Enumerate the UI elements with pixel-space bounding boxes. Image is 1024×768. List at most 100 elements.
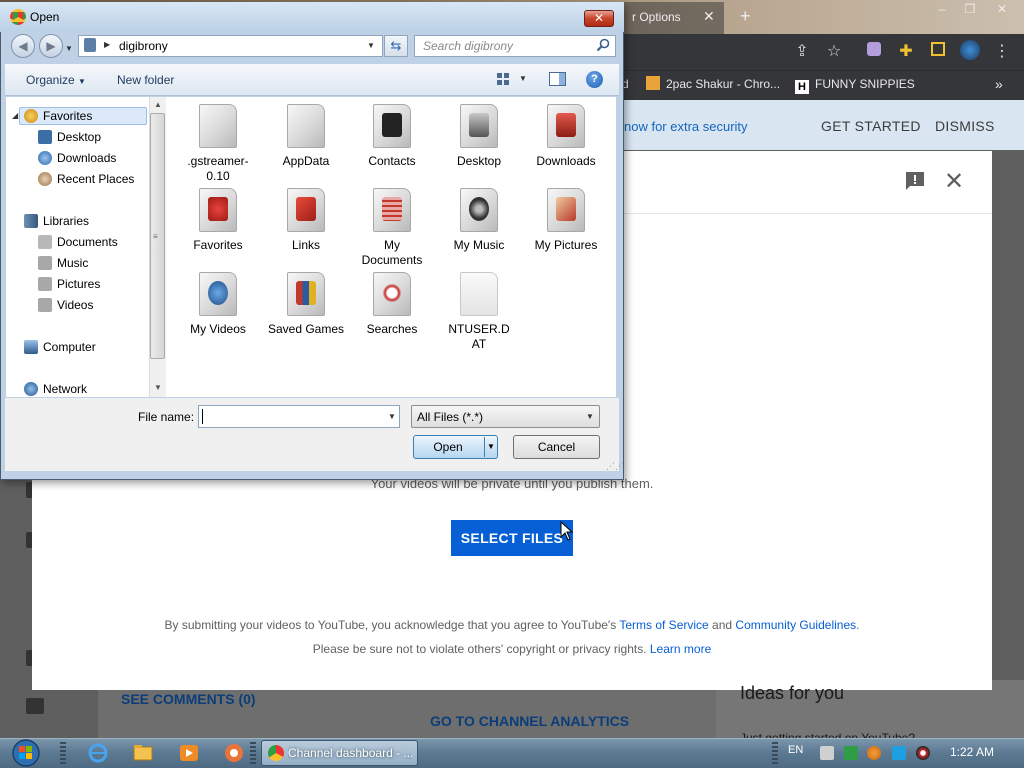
recent-locations-chevron-icon[interactable]: ▼: [65, 44, 73, 53]
address-dropdown-icon[interactable]: ▼: [367, 41, 375, 50]
collapse-arrow-icon[interactable]: ◢: [12, 111, 18, 120]
file-item[interactable]: My Music: [439, 188, 519, 253]
ideas-heading: Ideas for you: [740, 683, 845, 703]
nav-item-computer[interactable]: Computer: [24, 339, 96, 355]
forward-button[interactable]: ▶: [39, 34, 63, 58]
window-close-icon[interactable]: ✕: [988, 0, 1016, 20]
nav-item-pictures[interactable]: Pictures: [38, 276, 100, 292]
file-type-select[interactable]: All Files (*.*): [411, 405, 600, 428]
media-player-icon[interactable]: [177, 742, 201, 764]
puzzle-extensions-icon[interactable]: ✚: [894, 40, 918, 64]
open-button-divider: [484, 437, 485, 457]
help-icon[interactable]: ?: [586, 71, 603, 88]
get-started-button[interactable]: GET STARTED: [821, 118, 921, 134]
view-options-dropdown-icon[interactable]: ▼: [519, 74, 527, 83]
refresh-icon[interactable]: ⇆: [384, 35, 408, 57]
minimize-icon[interactable]: –: [928, 0, 956, 20]
file-item[interactable]: Searches: [352, 272, 432, 337]
file-item[interactable]: Desktop: [439, 104, 519, 169]
change-view-icon[interactable]: [496, 72, 510, 86]
sidebar-icon[interactable]: [926, 40, 950, 64]
file-item[interactable]: My Documents: [352, 188, 432, 268]
feedback-sidebar-icon[interactable]: [26, 698, 44, 714]
file-item[interactable]: Favorites: [178, 188, 258, 253]
preview-pane-icon[interactable]: [549, 72, 566, 86]
organize-label: Organize: [26, 73, 75, 87]
taskbar-clock[interactable]: 1:22 AM: [950, 745, 994, 759]
scroll-up-icon[interactable]: ▲: [154, 100, 162, 109]
search-icon[interactable]: [596, 38, 610, 52]
bookmark-star-icon[interactable]: ☆: [822, 40, 846, 64]
select-files-button[interactable]: SELECT FILES: [451, 520, 573, 556]
menu-icon[interactable]: ⋮: [990, 40, 1014, 64]
language-indicator[interactable]: EN: [788, 744, 803, 756]
nav-item-favorites[interactable]: Favorites: [24, 108, 92, 124]
file-explorer-icon[interactable]: [131, 742, 155, 764]
file-item[interactable]: My Videos: [178, 272, 258, 337]
community-guidelines-link[interactable]: Community Guidelines: [735, 618, 856, 632]
see-comments-link[interactable]: SEE COMMENTS (0): [121, 691, 256, 707]
back-button[interactable]: ◀: [11, 34, 35, 58]
file-item[interactable]: Downloads: [526, 104, 606, 169]
more-bookmarks-icon[interactable]: »: [995, 76, 1003, 92]
cancel-button[interactable]: Cancel: [513, 435, 600, 459]
feedback-icon[interactable]: [904, 170, 926, 192]
file-name: Searches: [366, 322, 418, 336]
file-item[interactable]: Links: [266, 188, 346, 253]
user-folder-icon: [84, 38, 96, 52]
maximize-icon[interactable]: ❐: [956, 0, 984, 20]
tab-close-icon[interactable]: ✕: [703, 8, 715, 25]
open-button-label[interactable]: Open: [420, 440, 476, 454]
tray-network-icon[interactable]: [820, 746, 834, 760]
close-modal-icon[interactable]: ✕: [944, 168, 964, 196]
file-type-dropdown-icon[interactable]: ▼: [586, 412, 594, 421]
internet-explorer-icon[interactable]: [86, 742, 110, 764]
address-breadcrumb[interactable]: digibrony: [119, 39, 168, 53]
bookmark-item[interactable]: H FUNNY SNIPPIES: [795, 76, 915, 94]
file-item[interactable]: Saved Games: [266, 272, 346, 337]
file-item[interactable]: Contacts: [352, 104, 432, 169]
extension-icon[interactable]: [862, 40, 886, 64]
nav-item-downloads[interactable]: Downloads: [38, 150, 116, 166]
file-name-input[interactable]: [198, 405, 400, 428]
dialog-close-icon[interactable]: ✕: [584, 10, 614, 27]
tray-search-icon[interactable]: [867, 746, 881, 760]
banner-text[interactable]: now for extra security: [624, 119, 748, 134]
learn-more-link[interactable]: Learn more: [650, 642, 711, 656]
nav-item-network[interactable]: Network: [24, 381, 87, 397]
music-folder-icon: [460, 188, 498, 232]
new-tab-icon[interactable]: +: [740, 6, 751, 27]
nav-label: Recent Places: [57, 172, 135, 186]
nav-item-documents[interactable]: Documents: [38, 234, 118, 250]
share-icon[interactable]: ⇪: [790, 40, 814, 64]
resize-grip-icon[interactable]: ⋰⋰: [606, 461, 624, 472]
tray-app-icon[interactable]: [916, 746, 930, 760]
tray-security-shield-icon[interactable]: [844, 746, 858, 760]
nav-item-music[interactable]: Music: [38, 255, 88, 271]
file-item[interactable]: .gstreamer-0.10: [178, 104, 258, 184]
nav-item-desktop[interactable]: Desktop: [38, 129, 101, 145]
nav-item-libraries[interactable]: Libraries: [24, 213, 89, 229]
tray-display-icon[interactable]: [892, 746, 906, 760]
nav-label: Videos: [57, 298, 94, 312]
channel-analytics-link[interactable]: GO TO CHANNEL ANALYTICS: [430, 713, 629, 729]
terms-of-service-link[interactable]: Terms of Service: [619, 618, 708, 632]
nav-item-videos[interactable]: Videos: [38, 297, 93, 313]
scroll-down-icon[interactable]: ▼: [154, 383, 162, 392]
file-item[interactable]: NTUSER.DAT: [439, 272, 519, 352]
file-item[interactable]: AppData: [266, 104, 346, 169]
nav-item-recent-places[interactable]: Recent Places: [38, 171, 134, 187]
app-icon[interactable]: [222, 742, 246, 764]
open-options-dropdown-icon[interactable]: ▼: [487, 442, 495, 451]
file-name-dropdown-icon[interactable]: ▼: [388, 412, 396, 421]
terms-and: and: [708, 618, 736, 632]
dismiss-button[interactable]: DISMISS: [935, 118, 995, 134]
bookmark-item[interactable]: 2pac Shakur - Chro...: [646, 76, 780, 92]
start-button-icon[interactable]: [7, 738, 45, 768]
profile-avatar-icon[interactable]: [958, 40, 982, 64]
file-item[interactable]: My Pictures: [526, 188, 606, 253]
dialog-title-bar[interactable]: [0, 2, 624, 32]
organize-button[interactable]: Organize ▼: [26, 73, 86, 87]
breadcrumb-chevron-icon[interactable]: ▶: [104, 40, 110, 49]
new-folder-button[interactable]: New folder: [117, 73, 174, 87]
